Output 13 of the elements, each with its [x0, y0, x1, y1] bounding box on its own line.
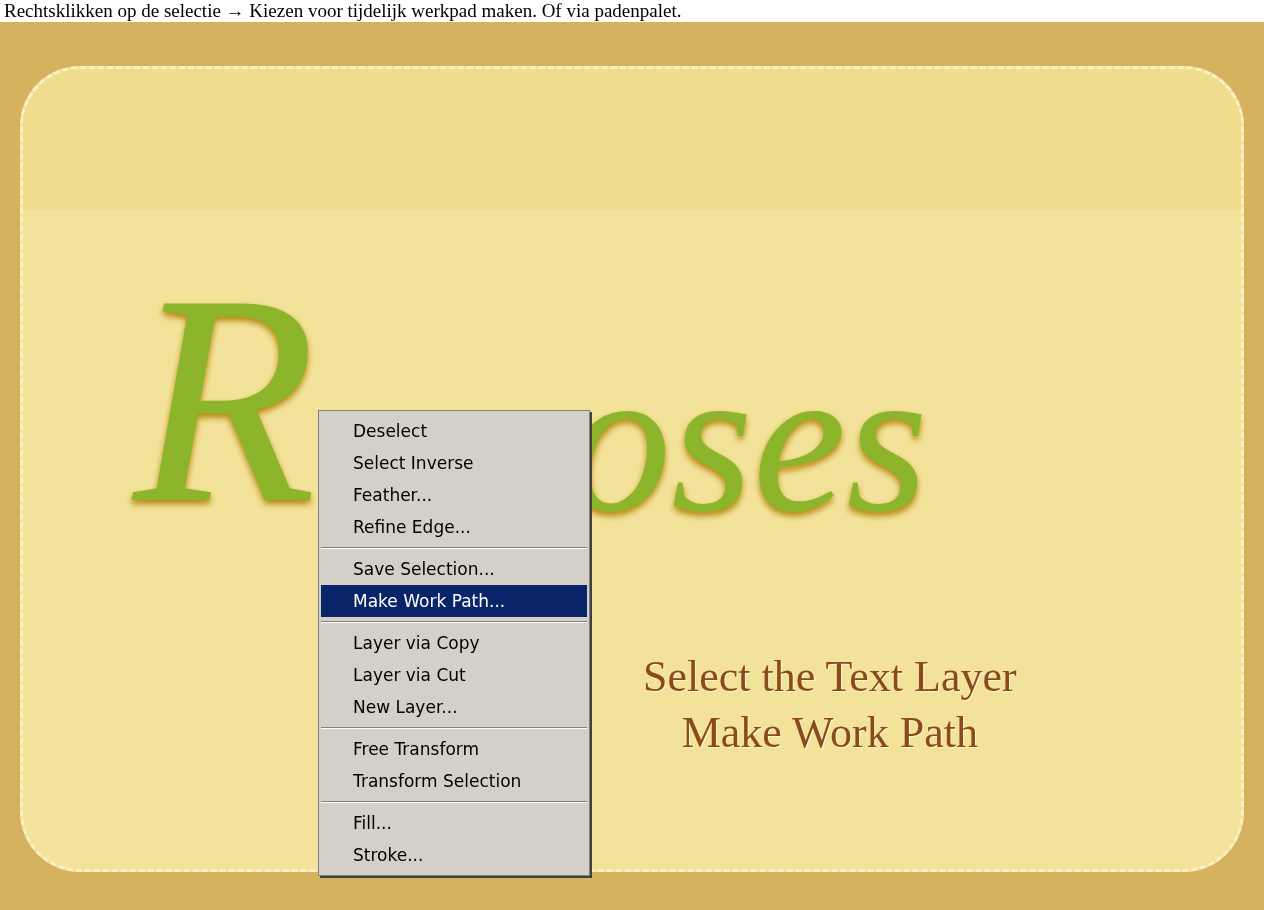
menu-item[interactable]: Layer via Copy [321, 627, 587, 659]
menu-item[interactable]: Layer via Cut [321, 659, 587, 691]
caption: Rechtsklikken op de selectie → Kiezen voor tijdelijk werkpad maken. Of via padenpalet. [3, 0, 683, 22]
menu-item[interactable]: Stroke... [321, 839, 587, 871]
instruction-text: Make Work Path [681, 707, 978, 759]
instruction-text: Select the Text Layer [643, 651, 1017, 703]
decorative-letter: R [133, 249, 317, 549]
menu-item[interactable]: Save Selection... [321, 553, 587, 585]
menu-item[interactable]: Free Transform [321, 733, 587, 765]
menu-item[interactable]: Fill... [321, 807, 587, 839]
menu-item[interactable]: Transform Selection [321, 765, 587, 797]
menu-item[interactable]: Make Work Path... [321, 585, 587, 617]
menu-item[interactable]: New Layer... [321, 691, 587, 723]
